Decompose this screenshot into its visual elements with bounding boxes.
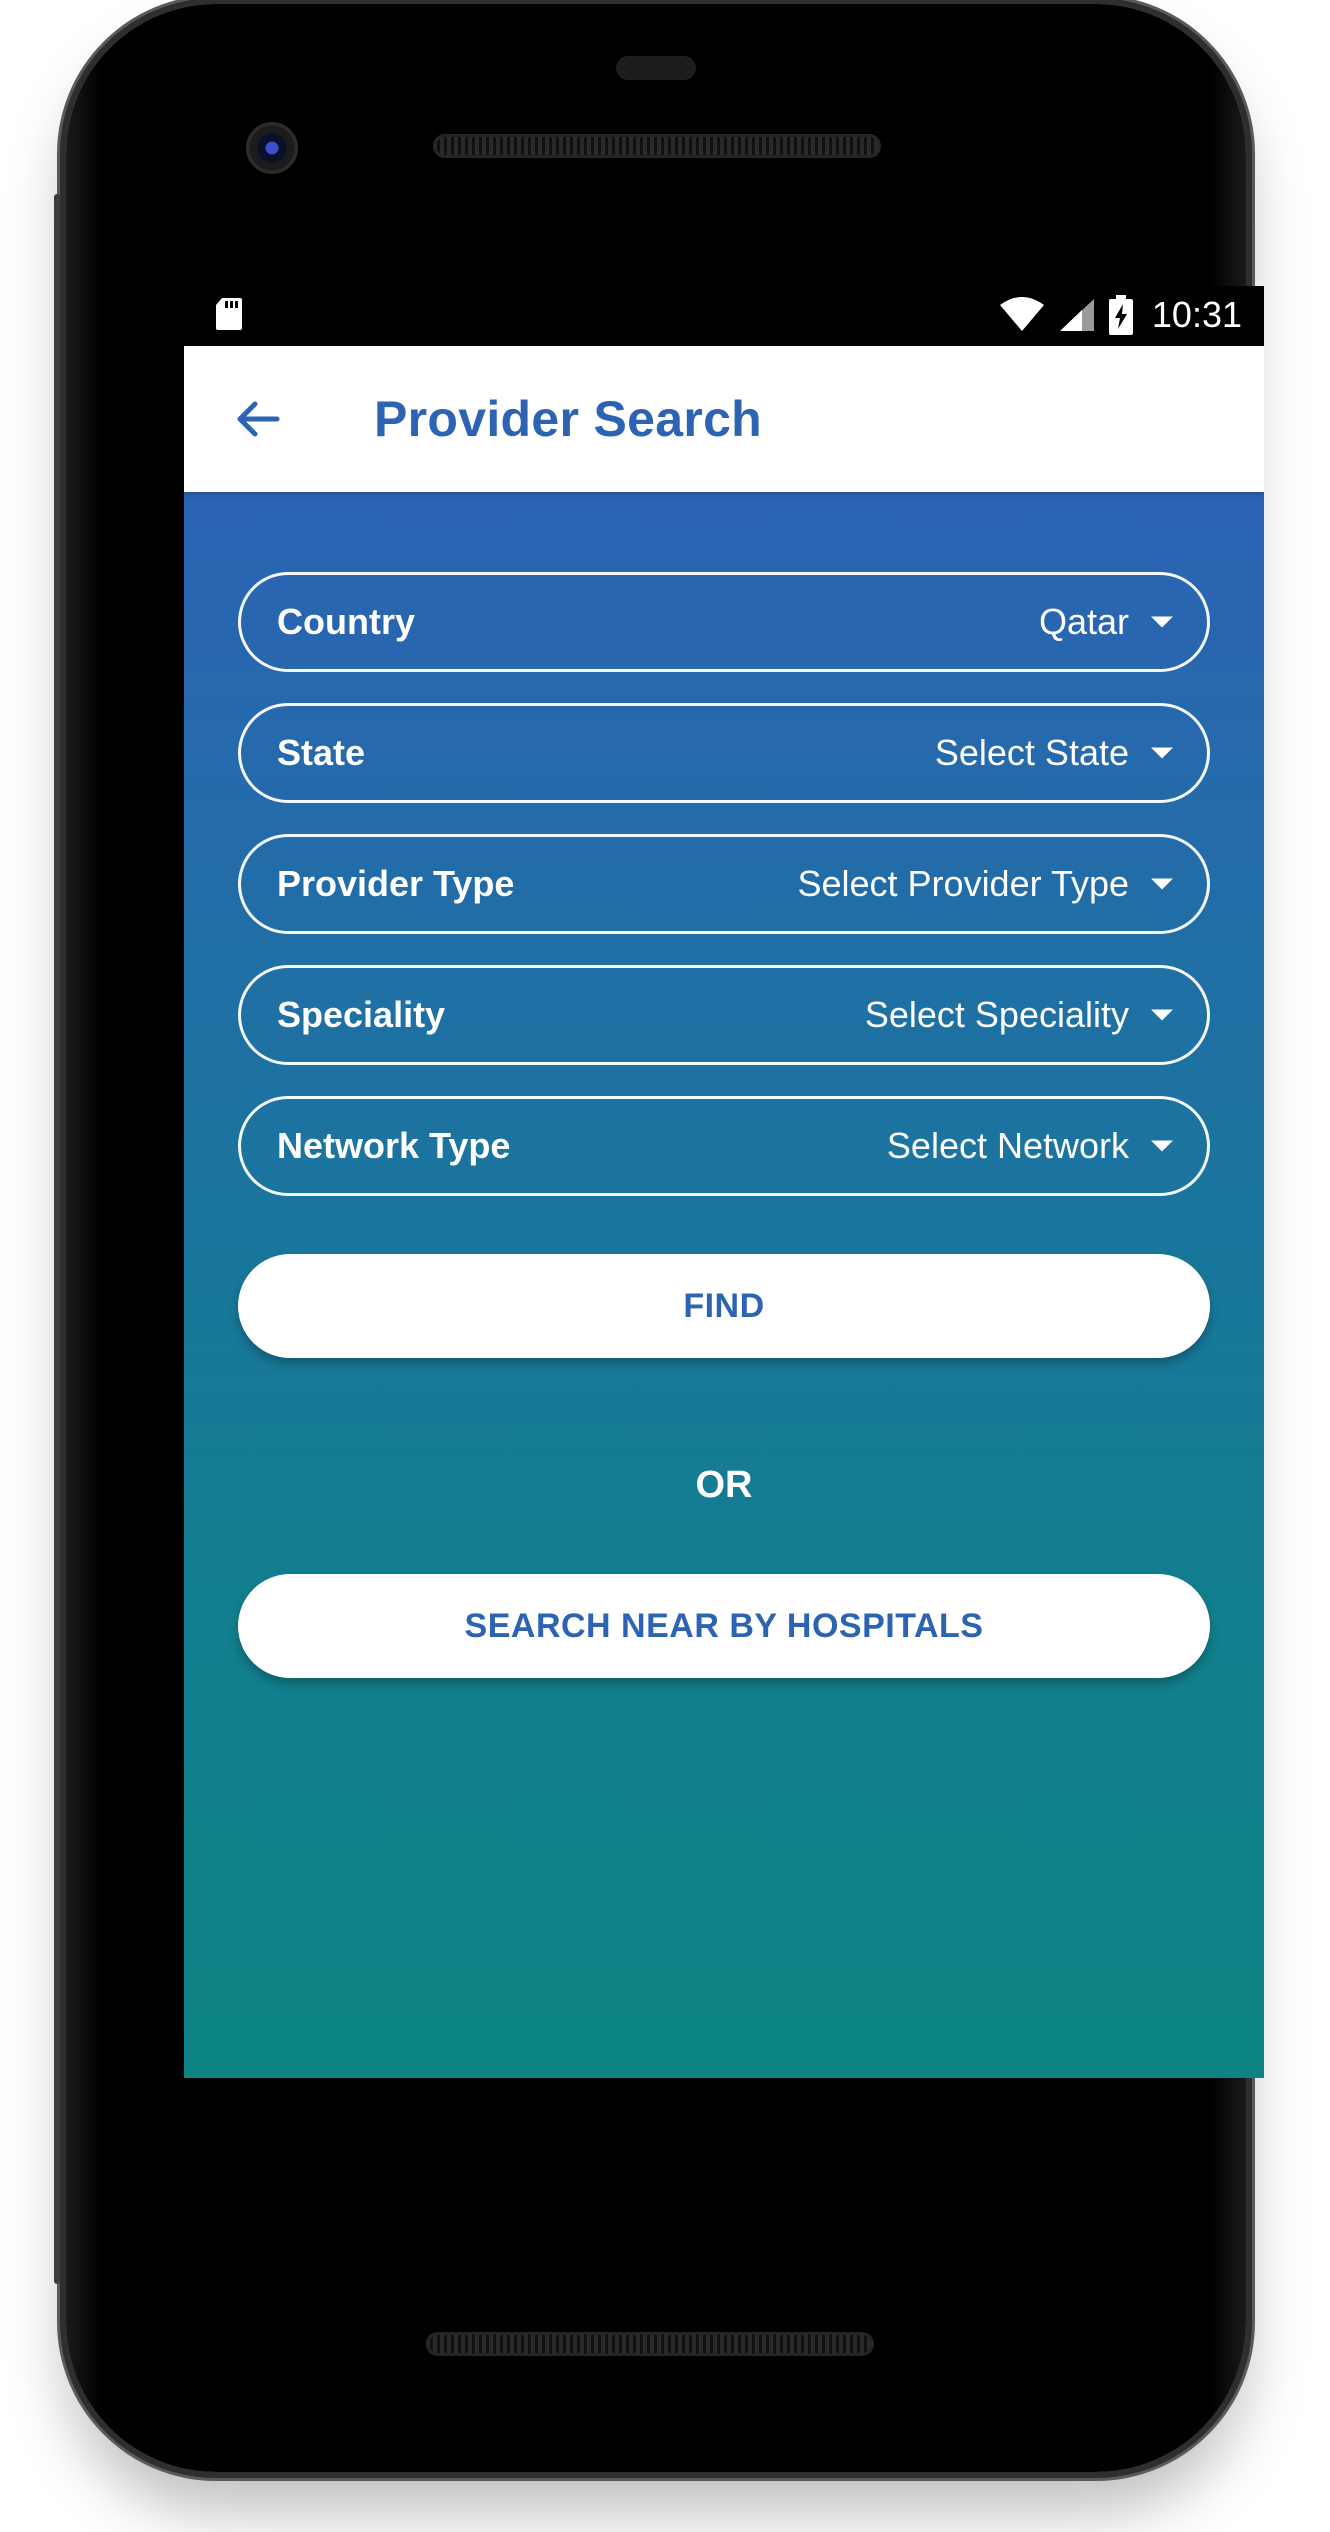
field-label: Provider Type bbox=[277, 863, 515, 904]
field-label: Country bbox=[277, 601, 415, 642]
status-time: 10:31 bbox=[1151, 294, 1242, 335]
phone-frame: 10:31 Provider Search Country Qatar Stat… bbox=[54, 4, 1264, 2472]
field-value: Select Provider Type bbox=[797, 863, 1129, 904]
earpiece bbox=[616, 56, 696, 80]
country-dropdown[interactable]: Country Qatar bbox=[238, 572, 1210, 672]
battery-charging-icon bbox=[1108, 295, 1133, 335]
dropdown-arrow-icon bbox=[1151, 747, 1173, 759]
dropdown-arrow-icon bbox=[1151, 1140, 1173, 1152]
bottom-speaker bbox=[426, 2332, 874, 2356]
status-bar: 10:31 bbox=[184, 286, 1264, 346]
dropdown-arrow-icon bbox=[1151, 616, 1173, 628]
field-value: Select Network bbox=[886, 1125, 1129, 1166]
status-icons: 10:31 bbox=[998, 292, 1242, 338]
field-label: State bbox=[277, 732, 366, 773]
or-divider: OR bbox=[695, 1464, 753, 1506]
top-speaker bbox=[433, 134, 881, 158]
speciality-dropdown[interactable]: Speciality Select Speciality bbox=[238, 965, 1210, 1065]
provider-type-dropdown[interactable]: Provider Type Select Provider Type bbox=[238, 834, 1210, 934]
field-label: Speciality bbox=[277, 994, 446, 1035]
field-value: Select Speciality bbox=[864, 994, 1129, 1035]
dropdown-arrow-icon bbox=[1151, 878, 1173, 890]
screen: 10:31 Provider Search Country Qatar Stat… bbox=[184, 286, 1264, 2078]
frame-rail bbox=[54, 194, 60, 2284]
arrow-back-icon bbox=[237, 401, 280, 437]
state-dropdown[interactable]: State Select State bbox=[238, 703, 1210, 803]
back-button[interactable] bbox=[224, 386, 290, 452]
search-form: Country Qatar State Select State Provide… bbox=[184, 492, 1264, 2078]
search-nearby-hospitals-button[interactable]: SEARCH NEAR BY HOSPITALS bbox=[238, 1574, 1210, 1678]
dropdown-arrow-icon bbox=[1151, 1009, 1173, 1021]
cell-signal-icon bbox=[1059, 299, 1094, 331]
field-value: Qatar bbox=[1038, 601, 1129, 642]
wifi-icon bbox=[999, 297, 1044, 331]
sd-card-icon bbox=[216, 298, 242, 330]
network-type-dropdown[interactable]: Network Type Select Network bbox=[238, 1096, 1210, 1196]
app-bar: Provider Search bbox=[184, 346, 1264, 492]
field-value: Select State bbox=[934, 732, 1129, 773]
page-title: Provider Search bbox=[374, 391, 763, 447]
find-button[interactable]: FIND bbox=[238, 1254, 1210, 1358]
front-camera bbox=[246, 122, 298, 174]
field-label: Network Type bbox=[277, 1125, 511, 1166]
